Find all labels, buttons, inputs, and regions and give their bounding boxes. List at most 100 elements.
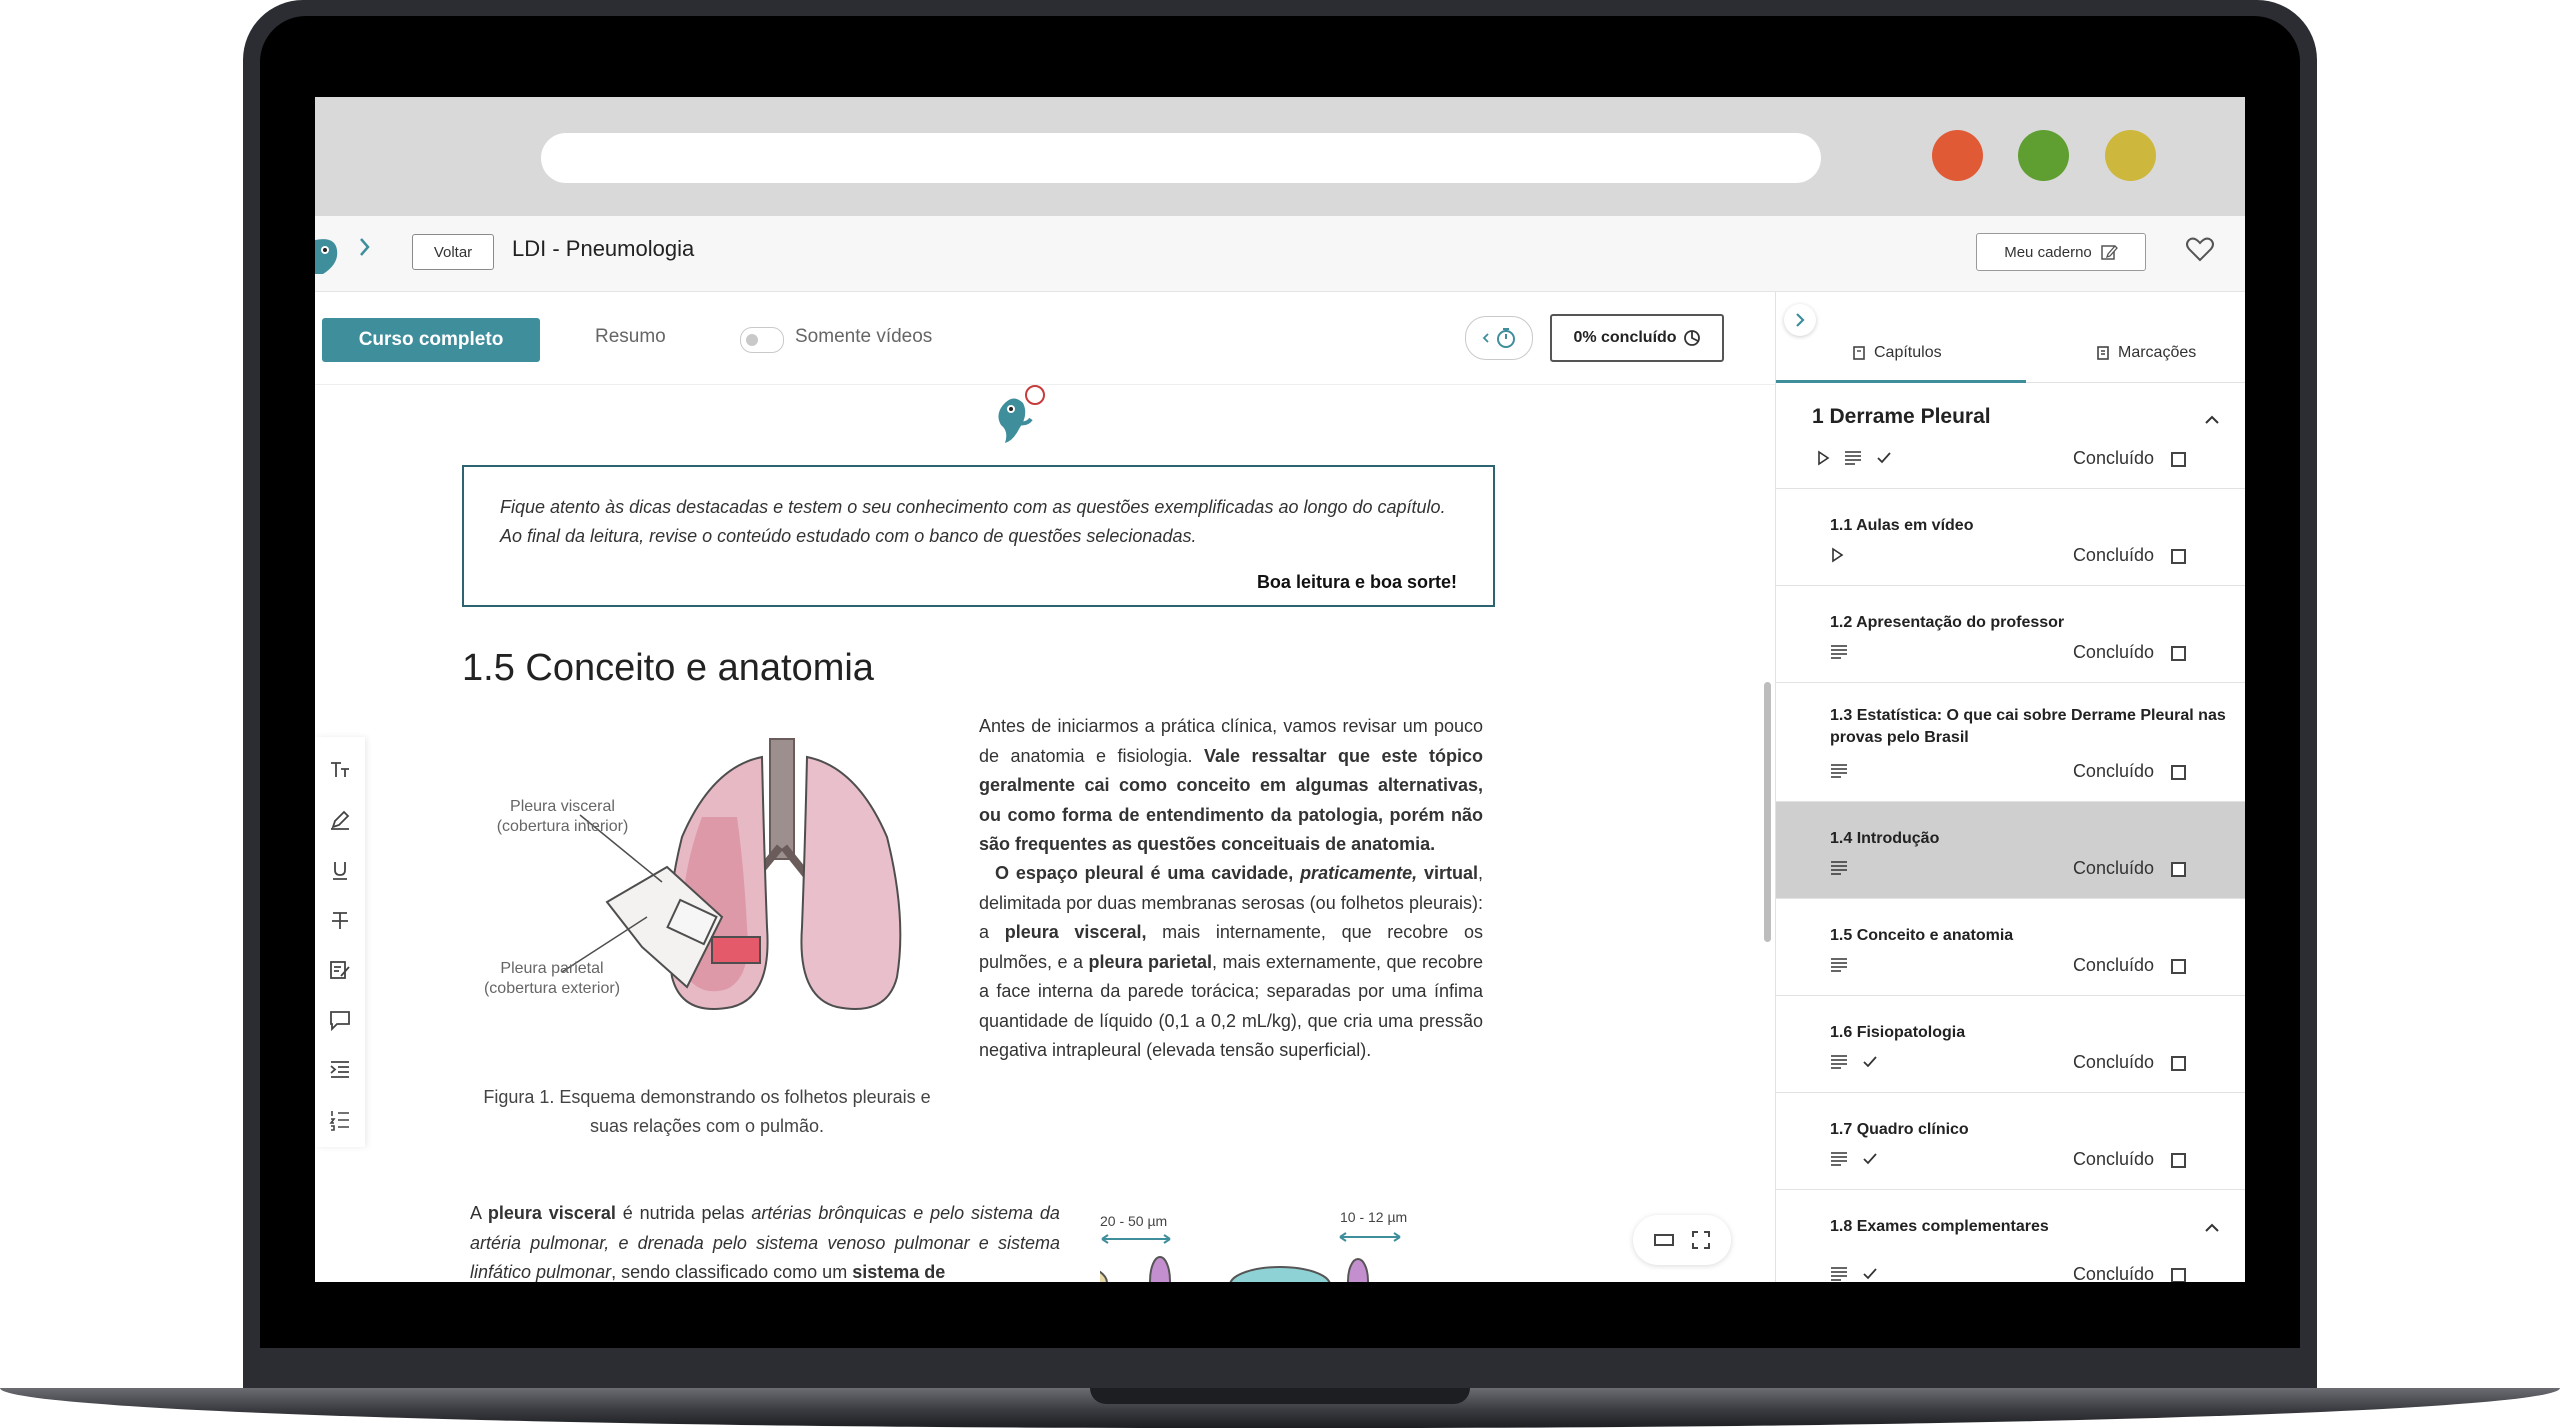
chapter-subitem-active[interactable]: 1.4 Introdução Concluído <box>1776 802 2245 899</box>
chapter-subitem[interactable]: 1.8 Exames complementares Concluído <box>1776 1190 2245 1282</box>
figure-caption: Figura 1. Esquema demonstrando os folhet… <box>462 1083 952 1141</box>
done-checkbox[interactable] <box>2171 1153 2186 1168</box>
browser-bar <box>315 97 2245 216</box>
item-icons <box>1830 1151 1878 1167</box>
item-icons <box>1830 957 1848 973</box>
progress-label: 0% concluído <box>1573 329 1677 346</box>
logo-icon[interactable] <box>315 236 341 276</box>
window-dot-red[interactable] <box>1932 130 1983 181</box>
tip-signoff: Boa leitura e boa sorte! <box>1256 572 1457 592</box>
indent-icon[interactable] <box>329 1059 351 1081</box>
page-title: LDI - Pneumologia <box>512 236 695 261</box>
done-label: Concluído <box>2072 642 2154 662</box>
window-dot-yellow[interactable] <box>2105 130 2156 181</box>
text-lines-icon <box>1830 763 1848 779</box>
done-checkbox[interactable] <box>2171 765 2186 780</box>
content-scrollbar[interactable] <box>1764 682 1771 942</box>
text-size-icon[interactable] <box>329 759 351 781</box>
summary-button[interactable]: Resumo <box>595 326 666 348</box>
view-controls <box>1633 1215 1731 1265</box>
done-checkbox[interactable] <box>2171 452 2186 467</box>
tip-text: Fique atento às dicas destacadas e teste… <box>500 493 1460 551</box>
window-dot-green[interactable] <box>2018 130 2069 181</box>
item-icons <box>1830 860 1848 876</box>
chevron-left-icon <box>1482 332 1490 344</box>
subitem-title: 1.4 Introdução <box>1830 830 1940 847</box>
pleural-space-virtual: virtual <box>1423 863 1478 883</box>
checkmark-icon <box>1876 451 1892 465</box>
chevron-right-icon[interactable] <box>358 234 372 260</box>
subitem-title: 1.6 Fisiopatologia <box>1830 1024 1966 1041</box>
chapter-subitem[interactable]: 1.5 Conceito e anatomia Concluído <box>1776 899 2245 996</box>
done-label: Concluído <box>2072 1149 2154 1169</box>
done-checkbox[interactable] <box>2171 646 2186 661</box>
numbered-list-icon[interactable] <box>329 1109 351 1131</box>
address-bar[interactable] <box>541 133 1821 183</box>
text-lines-icon <box>1830 1054 1848 1070</box>
cell-diagram-shapes <box>1100 1232 1401 1282</box>
item-icons <box>1830 1054 1878 1070</box>
subitem-title: 1.1 Aulas em vídeo <box>1830 517 1974 534</box>
tab-marcacoes[interactable]: Marcações <box>2096 344 2196 362</box>
item-icons <box>1816 450 1892 466</box>
done-checkbox[interactable] <box>2171 862 2186 877</box>
item-icons <box>1830 547 1844 563</box>
tab-marcacoes-label: Marcações <box>2118 344 2197 361</box>
timer-button[interactable] <box>1465 316 1533 360</box>
chapter-subitem[interactable]: 1.6 Fisiopatologia Concluído <box>1776 996 2245 1093</box>
single-page-icon[interactable] <box>1653 1231 1675 1249</box>
chapter-item[interactable]: 1 Derrame Pleural Concluído <box>1776 384 2245 489</box>
videos-only-label: Somente vídeos <box>795 326 933 347</box>
videos-only-toggle[interactable] <box>740 327 784 353</box>
notebook-button[interactable]: Meu caderno <box>1976 233 2146 271</box>
strikethrough-icon[interactable] <box>329 909 351 931</box>
checkmark-icon <box>1862 1267 1878 1281</box>
text-lines-icon <box>1830 957 1848 973</box>
content-toolbar: Curso completo Resumo Somente vídeos 0% … <box>315 292 1775 385</box>
pleural-space-italic: praticamente, <box>1300 863 1418 883</box>
done-label: Concluído <box>2072 545 2154 565</box>
tab-capitulos-label: Capítulos <box>1874 344 1942 361</box>
note-edit-icon[interactable] <box>329 959 351 981</box>
nutrition-text: é nutrida pelas <box>622 1203 745 1223</box>
annotation-toolbar <box>315 737 365 1147</box>
heart-icon[interactable] <box>2185 234 2215 264</box>
back-button[interactable]: Voltar <box>412 234 494 270</box>
comment-icon[interactable] <box>329 1009 351 1031</box>
done-checkbox[interactable] <box>2171 1268 2186 1282</box>
chevron-up-icon[interactable] <box>2202 410 2222 430</box>
laptop-notch <box>1090 1388 1470 1404</box>
cell-diagram: 20 - 50 µm 10 - 12 µm <box>1100 1209 1520 1282</box>
chapter-subitem[interactable]: 1.3 Estatística: O que cai sobre Derrame… <box>1776 683 2245 802</box>
done-checkbox[interactable] <box>2171 549 2186 564</box>
visceral-label-line-2: (cobertura interior) <box>496 818 629 835</box>
item-icons <box>1830 763 1848 779</box>
done-checkbox[interactable] <box>2171 1056 2186 1071</box>
nutrition-visceral-bold: pleura visceral <box>487 1203 616 1223</box>
sidebar-toggle-chevron-icon[interactable] <box>1784 304 1816 336</box>
done-label: Concluído <box>2072 858 2154 878</box>
chapter-subitem[interactable]: 1.1 Aulas em vídeo Concluído <box>1776 489 2245 586</box>
chapters-sidebar: Capítulos Marcações 1 Derrame Pleural Co… <box>1775 292 2245 1282</box>
done-label: Concluído <box>2072 1052 2154 1072</box>
chapter-subitem[interactable]: 1.2 Apresentação do professor Concluído <box>1776 586 2245 683</box>
pencil-icon[interactable] <box>329 809 351 831</box>
full-course-button[interactable]: Curso completo <box>322 318 540 362</box>
underline-icon[interactable] <box>329 859 351 881</box>
edit-icon <box>2100 243 2118 261</box>
chevron-up-icon[interactable] <box>2202 1218 2222 1238</box>
progress-indicator[interactable]: 0% concluído <box>1550 314 1724 362</box>
parietal-label-line-1: Pleura parietal <box>500 960 604 977</box>
item-icons <box>1830 1266 1878 1282</box>
fullscreen-icon[interactable] <box>1691 1230 1711 1250</box>
lung-figure: Pleura visceral (cobertura interior) Ple… <box>462 727 952 1037</box>
paragraph-intro: Antes de iniciarmos a prática clínica, v… <box>979 712 1483 860</box>
done-label: Concluído <box>2072 448 2154 468</box>
tab-capitulos[interactable]: Capítulos <box>1852 344 1942 362</box>
mascot-icon <box>995 385 1049 447</box>
chapter-subitem[interactable]: 1.7 Quadro clínico Concluído <box>1776 1093 2245 1190</box>
text-lines-icon <box>1830 1266 1848 1282</box>
done-checkbox[interactable] <box>2171 959 2186 974</box>
visceral-label-line-1: Pleura visceral <box>510 798 615 815</box>
caption-line-2: suas relações com o pulmão. <box>589 1116 825 1136</box>
